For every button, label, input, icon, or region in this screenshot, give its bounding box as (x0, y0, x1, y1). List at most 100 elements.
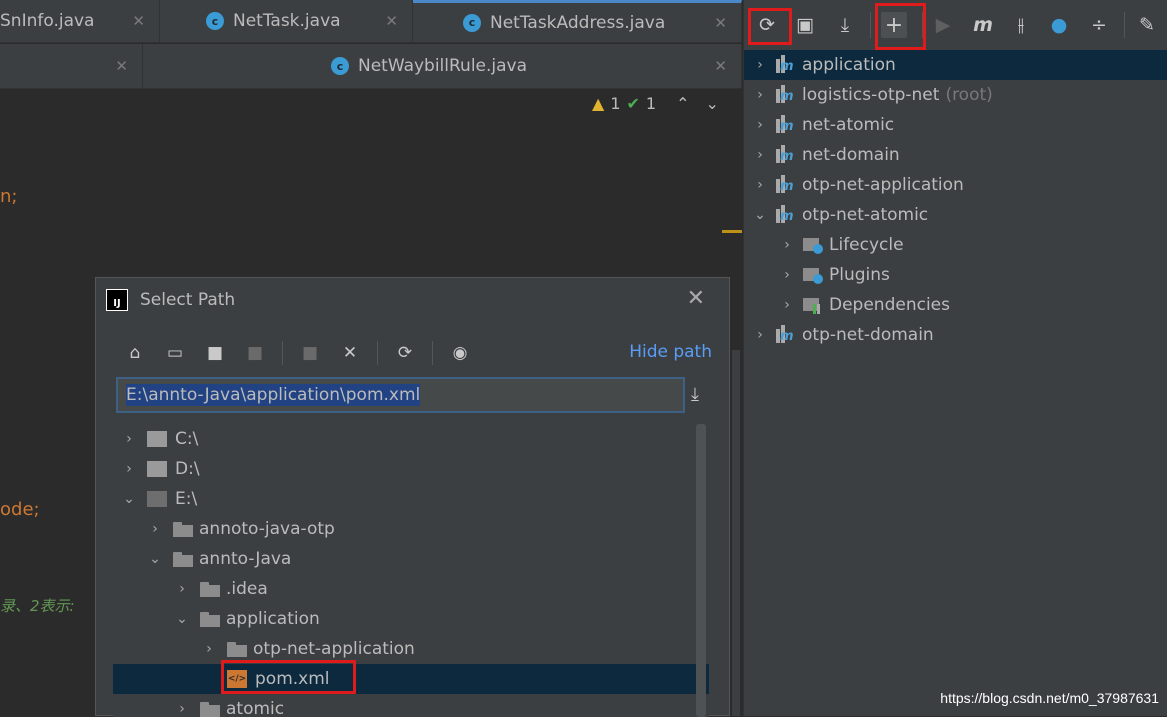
download-icon[interactable]: ⤓ (832, 12, 858, 38)
warning-icon: ▲ (592, 94, 605, 113)
chevron-right-icon[interactable]: › (750, 57, 770, 73)
close-icon[interactable]: ✕ (687, 286, 705, 311)
chevron-right-icon[interactable]: › (174, 701, 190, 717)
show-hidden-icon[interactable]: ◉ (447, 340, 473, 366)
chevron-right-icon[interactable]: › (750, 147, 770, 163)
chevron-right-icon[interactable]: › (750, 117, 770, 133)
tree-item-d-drive[interactable]: › D:\ (113, 454, 709, 484)
dependencies-folder-icon (803, 296, 823, 314)
chevron-down-icon[interactable]: ⌄ (147, 551, 163, 567)
maven-project-otp-net-atomic[interactable]: ⌄ m otp-net-atomic (744, 200, 1167, 230)
maven-module-icon: m (776, 175, 796, 195)
close-icon[interactable]: ✕ (132, 12, 145, 30)
file-tree: › C:\ › D:\ ⌄ E:\ › annoto-java-otp ⌄ an… (113, 424, 709, 717)
generate-sources-icon[interactable]: ▣ (792, 12, 818, 38)
chevron-right-icon[interactable]: › (201, 641, 217, 657)
tab-label: SnInfo.java (0, 11, 95, 31)
editor-scrollbar[interactable] (732, 350, 740, 716)
run-icon[interactable]: ▶ (930, 12, 956, 38)
hide-path-link[interactable]: Hide path (629, 342, 712, 362)
chevron-right-icon[interactable]: › (777, 297, 797, 313)
project-folder-icon[interactable]: ■ (202, 340, 228, 366)
java-class-icon: c (206, 12, 224, 30)
chevron-down-icon[interactable]: ⌄ (750, 207, 770, 223)
maven-node-plugins[interactable]: › Plugins (744, 260, 1167, 290)
chevron-right-icon[interactable]: › (750, 327, 770, 343)
chevron-right-icon[interactable]: › (777, 237, 797, 253)
tree-item-annto-java[interactable]: ⌄ annto-Java (113, 544, 709, 574)
maven-goal-icon[interactable]: m (970, 12, 996, 38)
chevron-right-icon[interactable]: › (777, 267, 797, 283)
skip-tests-icon[interactable]: ● (1046, 12, 1072, 38)
next-highlight-icon[interactable]: ⌄ (706, 94, 719, 113)
inspection-widget[interactable]: ▲ 1 ✔ 1 ⌃ ⌄ (592, 94, 719, 113)
module-folder-icon[interactable]: ■ (242, 340, 268, 366)
tab-nettaskaddress[interactable]: c NetTaskAddress.java ✕ (413, 0, 742, 42)
close-icon[interactable]: ✕ (115, 57, 128, 75)
tab-overflow[interactable]: ✕ (0, 44, 143, 88)
tree-item-otp-net-application[interactable]: › otp-net-application (113, 634, 709, 664)
maven-node-dependencies[interactable]: › Dependencies (744, 290, 1167, 320)
maven-project-application[interactable]: › m application (744, 50, 1167, 80)
lifecycle-folder-icon (803, 236, 823, 254)
maven-module-icon: m (776, 145, 796, 165)
maven-project-logistics-otp-net[interactable]: › m logistics-otp-net (root) (744, 80, 1167, 110)
tree-item-atomic[interactable]: › atomic (113, 694, 709, 717)
project-label: net-domain (802, 145, 900, 165)
node-label: Lifecycle (829, 235, 904, 255)
maven-node-lifecycle[interactable]: › Lifecycle (744, 230, 1167, 260)
tree-item-label: otp-net-application (253, 639, 415, 659)
maven-module-icon: m (776, 205, 796, 225)
close-icon[interactable]: ✕ (714, 57, 727, 75)
folder-icon (227, 641, 247, 657)
maven-project-net-atomic[interactable]: › m net-atomic (744, 110, 1167, 140)
dialog-title-bar[interactable]: IJ Select Path (106, 288, 235, 312)
maven-project-otp-net-domain[interactable]: › m otp-net-domain (744, 320, 1167, 350)
project-label: otp-net-application (802, 175, 964, 195)
close-icon[interactable]: ✕ (714, 14, 727, 32)
maven-module-icon: m (776, 325, 796, 345)
tab-netwaybillrule[interactable]: c NetWaybillRule.java ✕ (143, 44, 742, 88)
tree-item-pom-xml[interactable]: </> pom.xml (113, 664, 709, 694)
drive-icon (147, 431, 167, 447)
tree-item-e-drive[interactable]: ⌄ E:\ (113, 484, 709, 514)
error-stripe-marker[interactable] (722, 230, 742, 233)
dialog-toolbar: ⌂ ▭ ■ ■ ■ ✕ ⟳ ◉ (122, 340, 487, 366)
toggle-offline-icon[interactable]: ⫲ (1008, 12, 1034, 38)
previous-highlight-icon[interactable]: ⌃ (676, 94, 689, 113)
new-folder-icon[interactable]: ■ (297, 340, 323, 366)
toolbar-separator (1124, 12, 1125, 38)
tree-scrollbar[interactable] (696, 424, 706, 717)
chevron-right-icon[interactable]: › (121, 431, 137, 447)
highlight-box-reload (748, 8, 792, 45)
delete-icon[interactable]: ✕ (337, 340, 363, 366)
chevron-down-icon[interactable]: ⌄ (174, 611, 190, 627)
tab-nettask[interactable]: c NetTask.java ✕ (160, 0, 413, 42)
desktop-icon[interactable]: ▭ (162, 340, 188, 366)
maven-toolbar: ⟳ ▣ ⤓ + ▶ m ⫲ ● ÷ ✎ (744, 0, 1167, 50)
tree-item-annoto-java-otp[interactable]: › annoto-java-otp (113, 514, 709, 544)
toolbar-separator (432, 341, 433, 365)
maven-project-otp-net-application[interactable]: › m otp-net-application (744, 170, 1167, 200)
collapse-icon[interactable]: ÷ (1086, 12, 1112, 38)
maven-project-net-domain[interactable]: › m net-domain (744, 140, 1167, 170)
chevron-right-icon[interactable]: › (121, 461, 137, 477)
intellij-logo-icon: IJ (106, 289, 128, 311)
maven-tool-window: ⟳ ▣ ⤓ + ▶ m ⫲ ● ÷ ✎ › m application › m … (743, 0, 1167, 716)
tree-item-application[interactable]: ⌄ application (113, 604, 709, 634)
chevron-right-icon[interactable]: › (750, 87, 770, 103)
highlight-box-add (875, 3, 926, 50)
path-input[interactable]: E:\annto-Java\application\pom.xml (116, 377, 685, 413)
tree-item-idea[interactable]: › .idea (113, 574, 709, 604)
download-icon[interactable]: ⤓ (691, 384, 699, 405)
home-icon[interactable]: ⌂ (122, 340, 148, 366)
tab-sninfo[interactable]: SnInfo.java ✕ (0, 0, 160, 42)
chevron-right-icon[interactable]: › (750, 177, 770, 193)
refresh-icon[interactable]: ⟳ (392, 340, 418, 366)
tree-item-c-drive[interactable]: › C:\ (113, 424, 709, 454)
settings-icon[interactable]: ✎ (1134, 12, 1160, 38)
chevron-right-icon[interactable]: › (147, 521, 163, 537)
chevron-right-icon[interactable]: › (174, 581, 190, 597)
close-icon[interactable]: ✕ (385, 12, 398, 30)
chevron-down-icon[interactable]: ⌄ (121, 491, 137, 507)
